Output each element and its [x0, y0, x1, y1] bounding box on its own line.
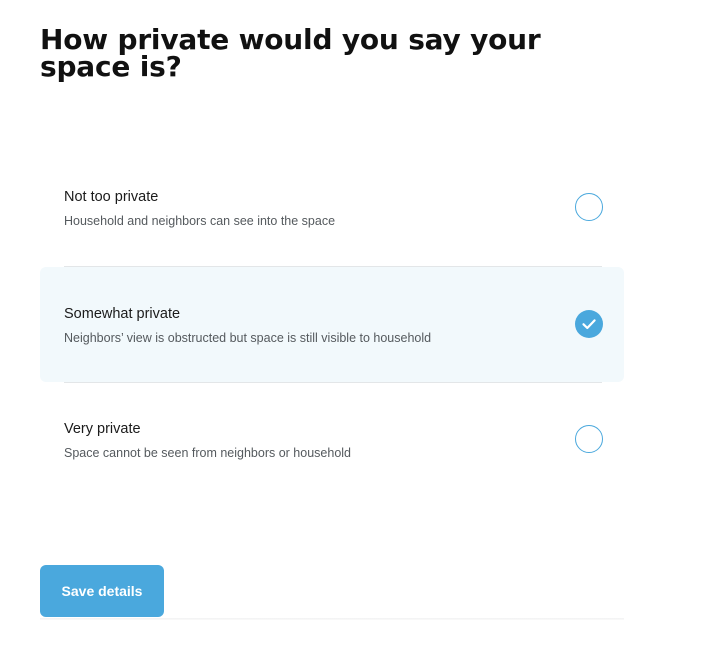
- option-not-too-private[interactable]: Not too private Household and neighbors …: [40, 150, 624, 265]
- option-description: Household and neighbors can see into the…: [64, 214, 336, 228]
- option-text: Not too private Household and neighbors …: [64, 188, 544, 229]
- option-text: Somewhat private Neighbors’ view is obst…: [64, 305, 544, 346]
- option-title: Very private: [64, 421, 141, 437]
- save-details-button[interactable]: Save details: [40, 565, 164, 617]
- option-description: Space cannot be seen from neighbors or h…: [64, 446, 351, 460]
- option-title: Not too private: [64, 189, 159, 205]
- option-title: Somewhat private: [64, 306, 181, 322]
- option-text: Very private Space cannot be seen from n…: [64, 420, 544, 461]
- privacy-options-list: Not too private Household and neighbors …: [40, 150, 624, 497]
- option-very-private[interactable]: Very private Space cannot be seen from n…: [40, 382, 624, 497]
- page-title: How private would you say your space is?: [40, 23, 541, 83]
- radio-empty-icon[interactable]: [575, 193, 603, 221]
- option-somewhat-private[interactable]: Somewhat private Neighbors’ view is obst…: [40, 267, 624, 382]
- privacy-page: How private would you say your space is?…: [0, 0, 718, 654]
- checkmark-icon: [582, 319, 596, 330]
- option-description: Neighbors’ view is obstructed but space …: [64, 331, 432, 345]
- radio-empty-icon[interactable]: [575, 425, 603, 453]
- radio-checked[interactable]: [575, 310, 603, 338]
- footer-divider: [40, 618, 624, 620]
